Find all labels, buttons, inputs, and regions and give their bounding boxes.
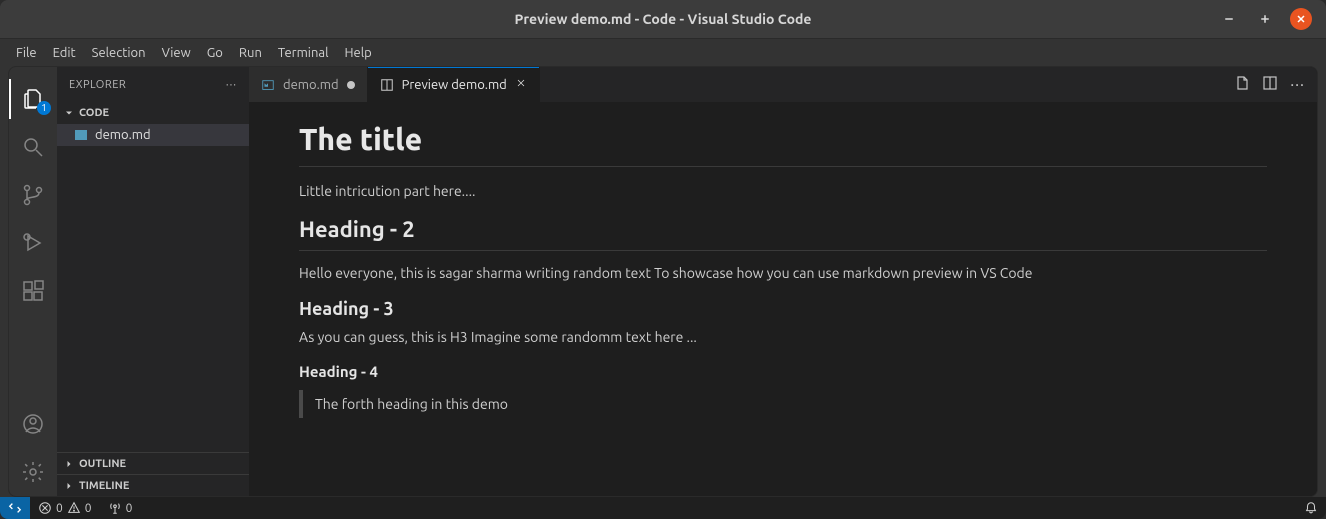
tab-label: demo.md bbox=[283, 78, 339, 92]
menu-go[interactable]: Go bbox=[199, 42, 231, 64]
split-editor-button[interactable] bbox=[1262, 75, 1278, 95]
status-errors-count: 0 bbox=[56, 502, 63, 515]
sidebar-title: EXPLORER bbox=[69, 79, 126, 91]
warning-icon bbox=[67, 501, 81, 515]
preview-p3: As you can guess, this is H3 Imagine som… bbox=[299, 329, 1267, 345]
close-button[interactable] bbox=[1290, 8, 1312, 30]
remote-indicator[interactable] bbox=[0, 497, 30, 519]
radio-tower-icon bbox=[108, 501, 122, 515]
editor-area: demo.md Preview demo.md bbox=[249, 67, 1317, 496]
tab-close-button[interactable] bbox=[515, 77, 527, 92]
titlebar: Preview demo.md - Code - Visual Studio C… bbox=[0, 0, 1326, 38]
preview-h1: The title bbox=[299, 122, 1267, 167]
preview-h3: Heading - 3 bbox=[299, 299, 1267, 319]
section-timeline-label: TIMELINE bbox=[79, 480, 129, 492]
preview-p2: Hello everyone, this is sagar sharma wri… bbox=[299, 265, 1267, 281]
activity-run-debug[interactable] bbox=[9, 219, 57, 267]
folder-name: CODE bbox=[79, 107, 109, 119]
split-icon bbox=[1262, 75, 1278, 91]
account-icon bbox=[21, 412, 45, 436]
status-ports[interactable]: 0 bbox=[100, 501, 141, 515]
chevron-right-icon bbox=[63, 480, 75, 492]
activity-extensions[interactable] bbox=[9, 267, 57, 315]
tab-preview-demo-md[interactable]: Preview demo.md bbox=[368, 67, 540, 102]
chevron-right-icon bbox=[63, 458, 75, 470]
status-notifications[interactable] bbox=[1296, 501, 1326, 515]
app-window: Preview demo.md - Code - Visual Studio C… bbox=[0, 0, 1326, 519]
menu-view[interactable]: View bbox=[154, 42, 199, 64]
menu-edit[interactable]: Edit bbox=[45, 42, 84, 64]
error-icon bbox=[38, 501, 52, 515]
menu-selection[interactable]: Selection bbox=[84, 42, 154, 64]
branch-icon bbox=[21, 183, 45, 207]
preview-p1: Little intricution part here.... bbox=[299, 183, 1267, 199]
file-item-demo-md[interactable]: demo.md bbox=[57, 124, 249, 146]
statusbar: 0 0 0 bbox=[0, 497, 1326, 519]
dirty-indicator-icon bbox=[347, 81, 355, 89]
open-file-icon bbox=[1234, 75, 1250, 91]
tab-actions: ··· bbox=[1222, 67, 1317, 102]
preview-icon bbox=[380, 78, 394, 92]
section-outline[interactable]: OUTLINE bbox=[57, 452, 249, 474]
markdown-file-icon bbox=[73, 127, 89, 143]
menu-run[interactable]: Run bbox=[231, 42, 270, 64]
menubar: File Edit Selection View Go Run Terminal… bbox=[0, 38, 1326, 66]
extensions-icon bbox=[21, 279, 45, 303]
preview-h4: Heading - 4 bbox=[299, 363, 1267, 380]
sidebar-more-button[interactable]: ··· bbox=[226, 79, 237, 91]
status-problems[interactable]: 0 0 bbox=[30, 501, 100, 515]
section-timeline[interactable]: TIMELINE bbox=[57, 474, 249, 496]
status-warnings-count: 0 bbox=[85, 502, 92, 515]
show-source-button[interactable] bbox=[1234, 75, 1250, 95]
close-icon bbox=[515, 77, 527, 89]
folder-header[interactable]: CODE bbox=[57, 102, 249, 124]
menu-terminal[interactable]: Terminal bbox=[270, 42, 337, 64]
gear-icon bbox=[21, 460, 45, 484]
debug-icon bbox=[21, 231, 45, 255]
preview-h2: Heading - 2 bbox=[299, 217, 1267, 251]
minimize-button[interactable] bbox=[1218, 8, 1240, 30]
window-controls bbox=[1218, 8, 1326, 30]
menu-file[interactable]: File bbox=[8, 42, 45, 64]
more-actions-button[interactable]: ··· bbox=[1290, 76, 1305, 94]
preview-blockquote: The forth heading in this demo bbox=[299, 390, 1267, 418]
explorer-badge: 1 bbox=[37, 101, 51, 115]
chevron-down-icon bbox=[63, 107, 75, 119]
tab-label: Preview demo.md bbox=[402, 78, 507, 92]
plus-icon bbox=[1259, 13, 1271, 25]
activity-source-control[interactable] bbox=[9, 171, 57, 219]
section-outline-label: OUTLINE bbox=[79, 458, 126, 470]
file-name: demo.md bbox=[95, 128, 151, 142]
status-ports-count: 0 bbox=[126, 502, 133, 515]
editor-tabs: demo.md Preview demo.md bbox=[249, 67, 1317, 102]
markdown-file-icon bbox=[261, 78, 275, 92]
sidebar-header: EXPLORER ··· bbox=[57, 67, 249, 102]
tab-demo-md[interactable]: demo.md bbox=[249, 67, 368, 102]
menu-help[interactable]: Help bbox=[336, 42, 379, 64]
main-body: 1 EXPLORER bbox=[8, 66, 1318, 497]
search-icon bbox=[21, 135, 45, 159]
remote-icon bbox=[8, 501, 22, 515]
close-icon bbox=[1295, 13, 1307, 25]
window-title: Preview demo.md - Code - Visual Studio C… bbox=[0, 11, 1326, 27]
activity-explorer[interactable]: 1 bbox=[9, 75, 57, 123]
sidebar-explorer: EXPLORER ··· CODE demo.md OUTLINE TIMELI… bbox=[57, 67, 249, 496]
markdown-preview[interactable]: The title Little intricution part here..… bbox=[249, 102, 1317, 496]
activity-bar: 1 bbox=[9, 67, 57, 496]
minimize-icon bbox=[1223, 13, 1235, 25]
bell-icon bbox=[1304, 501, 1318, 515]
activity-settings[interactable] bbox=[9, 448, 57, 496]
activity-search[interactable] bbox=[9, 123, 57, 171]
activity-account[interactable] bbox=[9, 400, 57, 448]
maximize-button[interactable] bbox=[1254, 8, 1276, 30]
